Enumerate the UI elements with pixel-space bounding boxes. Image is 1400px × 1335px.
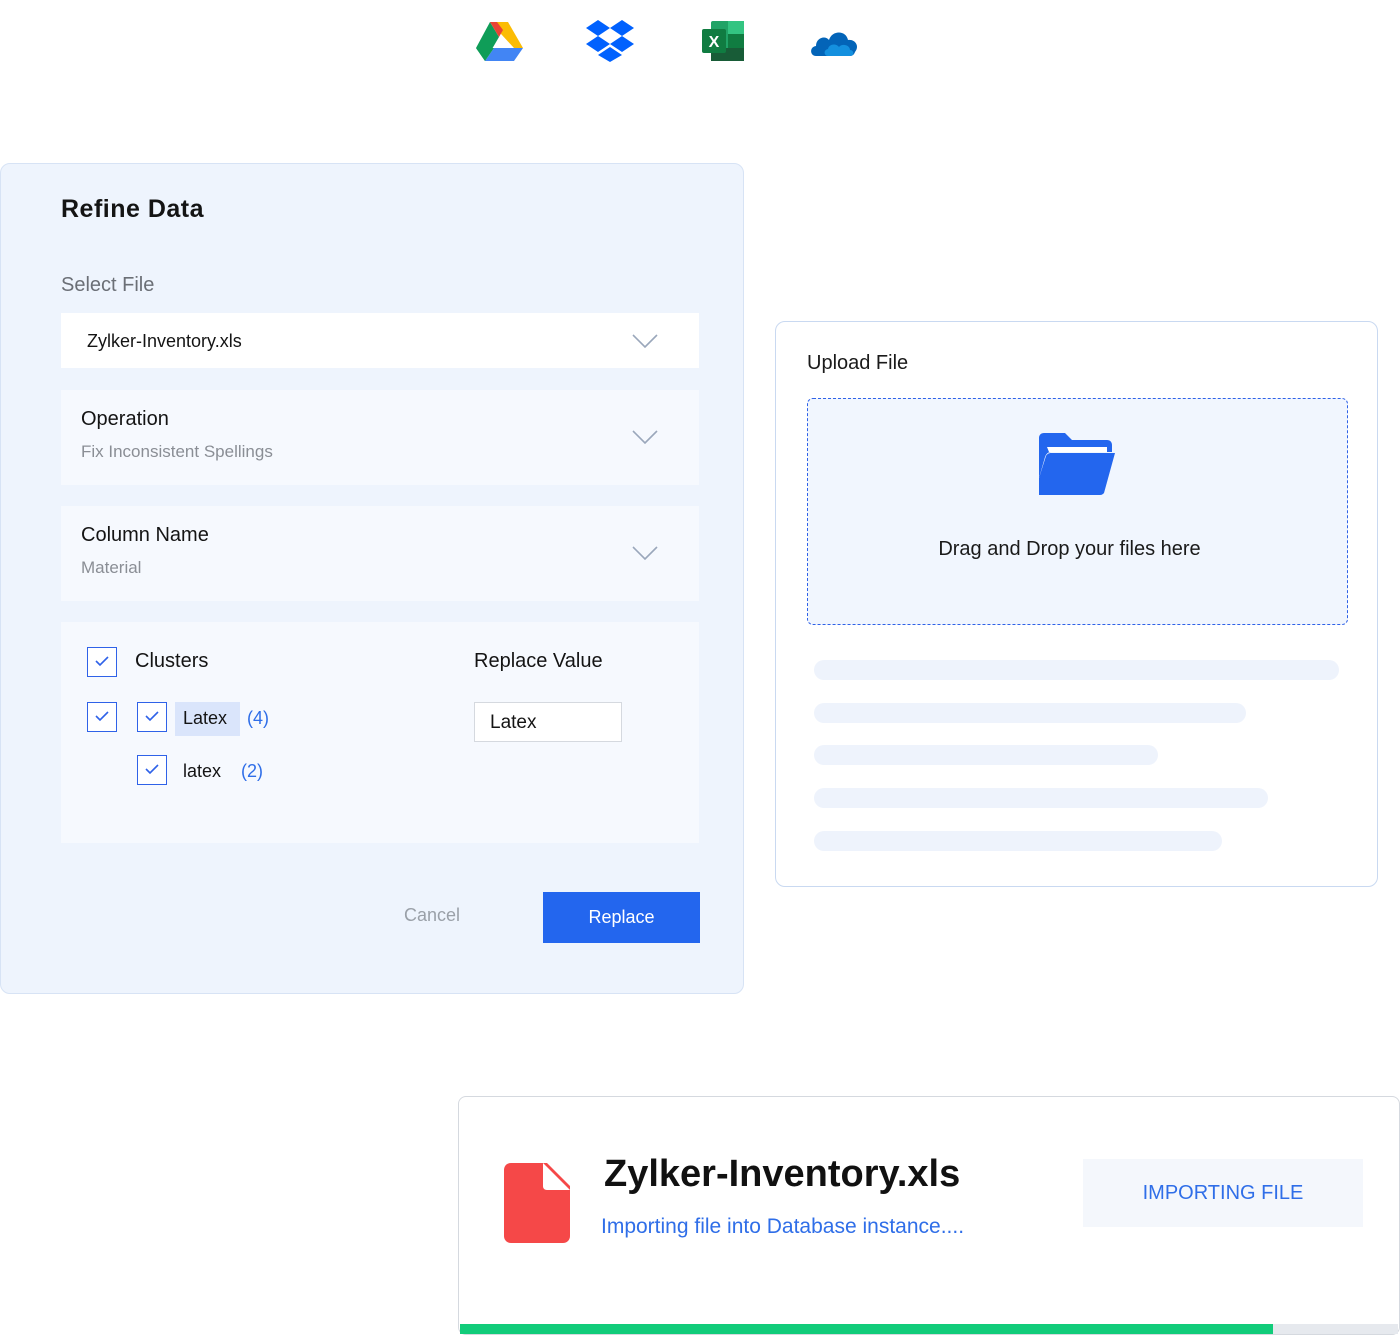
import-progress-fill bbox=[460, 1324, 1274, 1334]
skeleton-line bbox=[814, 660, 1339, 680]
chevron-down-icon bbox=[632, 430, 658, 444]
cluster-item-count: (4) bbox=[247, 708, 269, 728]
file-icon bbox=[504, 1163, 570, 1243]
refine-title: Refine Data bbox=[61, 195, 205, 223]
skeleton-line bbox=[814, 831, 1222, 851]
select-file-dropdown[interactable]: Zylker-Inventory.xls bbox=[61, 313, 699, 368]
replace-value-text: Latex bbox=[490, 712, 537, 733]
upload-file-title: Upload File bbox=[807, 352, 909, 374]
onedrive-icon[interactable] bbox=[808, 18, 860, 64]
cluster-item-count: (2) bbox=[241, 761, 263, 781]
clusters-label: Clusters bbox=[135, 650, 209, 672]
folder-open-icon bbox=[1039, 433, 1115, 495]
replace-button[interactable]: Replace bbox=[543, 892, 700, 943]
skeleton-line bbox=[814, 788, 1268, 808]
cluster-item-text: Latex bbox=[183, 708, 228, 728]
import-progress-bar bbox=[460, 1324, 1398, 1334]
operation-value: Fix Inconsistent Spellings bbox=[81, 442, 273, 461]
import-file-name: Zylker-Inventory.xls bbox=[604, 1153, 961, 1195]
clusters-select-all-checkbox[interactable] bbox=[87, 647, 117, 677]
column-name-label: Column Name bbox=[81, 524, 209, 546]
cluster-group-checkbox[interactable] bbox=[87, 702, 117, 732]
cancel-button[interactable]: Cancel bbox=[404, 905, 460, 926]
svg-text:X: X bbox=[709, 34, 720, 51]
replace-value-label: Replace Value bbox=[474, 650, 603, 672]
import-status-text: Importing file into Database instance...… bbox=[601, 1215, 965, 1238]
select-file-value: Zylker-Inventory.xls bbox=[87, 331, 242, 351]
operation-label: Operation bbox=[81, 408, 169, 430]
dropbox-icon[interactable] bbox=[584, 18, 636, 64]
column-name-value: Material bbox=[81, 558, 142, 577]
excel-icon[interactable]: X bbox=[699, 18, 751, 64]
check-icon bbox=[95, 711, 109, 722]
chevron-down-icon bbox=[632, 334, 658, 348]
select-file-label: Select File bbox=[61, 274, 155, 296]
replace-value-input[interactable]: Latex bbox=[474, 702, 622, 742]
skeleton-line bbox=[814, 745, 1158, 765]
cluster-item-text: latex bbox=[183, 761, 222, 781]
skeleton-line bbox=[814, 703, 1246, 723]
drop-zone-text: Drag and Drop your files here bbox=[938, 538, 1201, 560]
check-icon bbox=[145, 764, 159, 775]
check-icon bbox=[145, 711, 159, 722]
google-drive-icon[interactable] bbox=[473, 18, 525, 64]
operation-dropdown[interactable]: Operation Fix Inconsistent Spellings bbox=[61, 390, 699, 485]
importing-status-badge: IMPORTING FILE bbox=[1083, 1159, 1363, 1227]
chevron-down-icon bbox=[632, 546, 658, 560]
check-icon bbox=[95, 656, 109, 667]
cluster-item-checkbox[interactable] bbox=[137, 755, 167, 785]
column-name-dropdown[interactable]: Column Name Material bbox=[61, 506, 699, 601]
cluster-item-checkbox[interactable] bbox=[137, 702, 167, 732]
